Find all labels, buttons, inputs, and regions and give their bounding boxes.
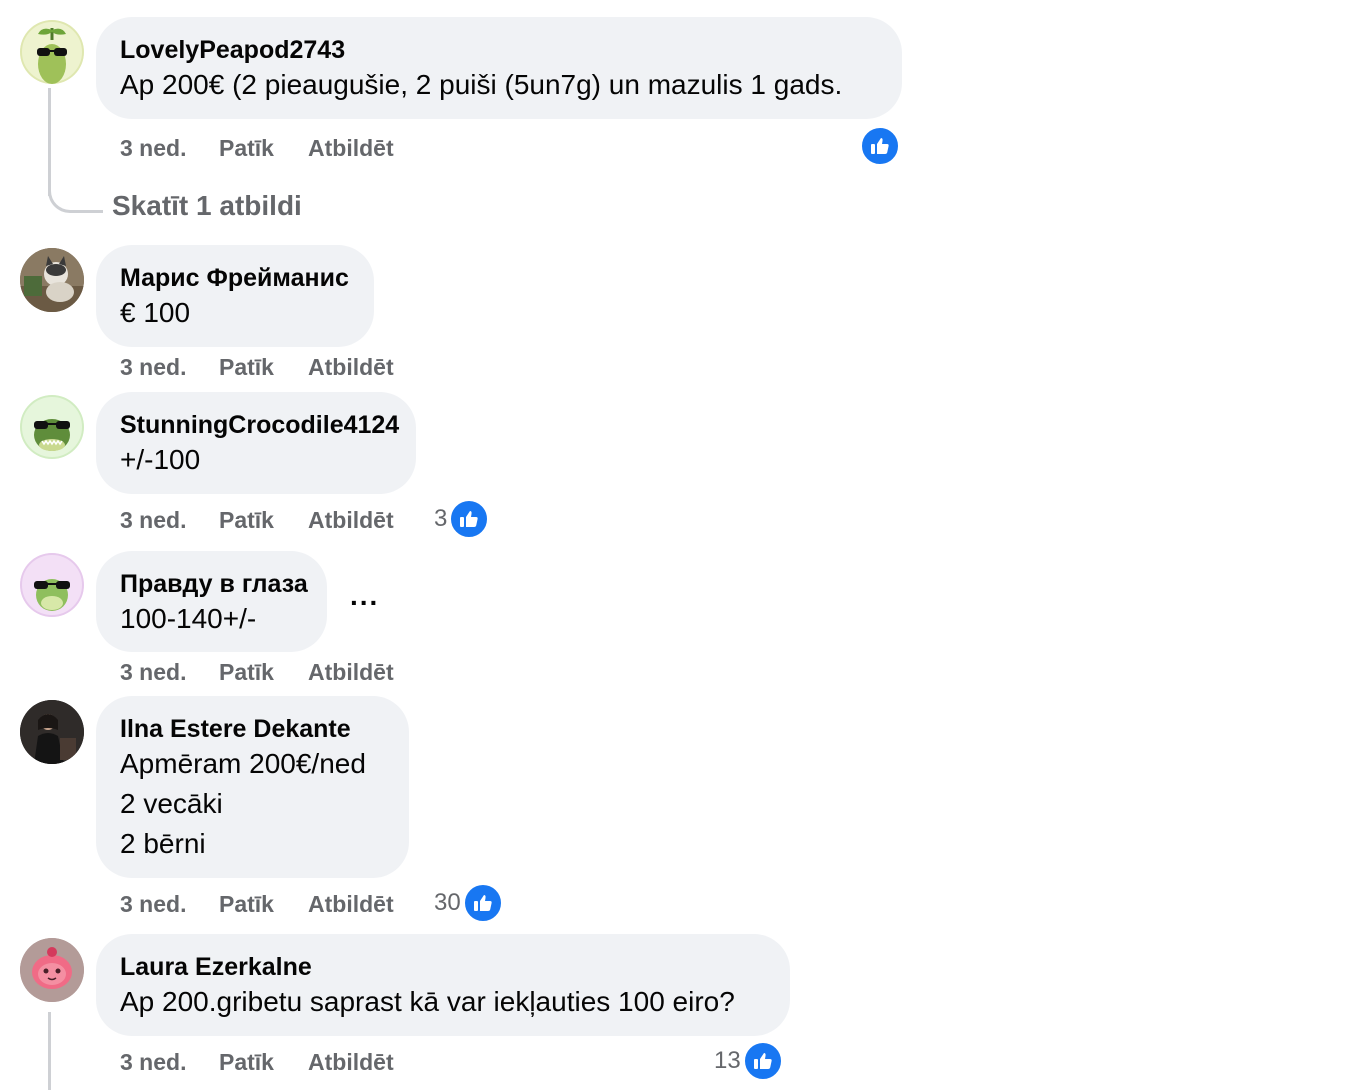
comment-text: +/-100 (120, 444, 201, 475)
comment-author[interactable]: Марис Фрейманис (120, 263, 350, 293)
reply-button[interactable]: Atbildēt (308, 657, 394, 687)
comment-text: 2 vecāki (120, 788, 223, 819)
comment-text: Ap 200.gribetu saprast kā var iekļauties… (120, 986, 735, 1017)
reply-thread-curve (48, 180, 103, 213)
comment-bubble: Laura Ezerkalne Ap 200.gribetu saprast k… (96, 934, 790, 1036)
pink-character-avatar-icon[interactable] (20, 938, 84, 1002)
reaction-summary[interactable]: 3 (434, 499, 490, 539)
like-button[interactable]: Patīk (219, 1047, 274, 1077)
like-button[interactable]: Patīk (219, 889, 274, 919)
photo-avatar-icon[interactable] (20, 700, 84, 764)
frog-sunglasses-avatar-icon[interactable] (20, 553, 84, 617)
view-replies-link[interactable]: Skatīt 1 atbildi (112, 188, 302, 224)
comment-time[interactable]: 3 ned. (120, 505, 186, 535)
comment-time[interactable]: 3 ned. (120, 657, 186, 687)
like-button[interactable]: Patīk (219, 657, 274, 687)
reply-button[interactable]: Atbildēt (308, 133, 394, 163)
thumbs-up-icon (860, 126, 900, 166)
comment-text: € 100 (120, 297, 191, 328)
reply-thread-line (48, 1012, 51, 1090)
thumbs-up-icon (462, 883, 503, 923)
more-options-button[interactable]: ... (350, 580, 379, 612)
comment-text: 100-140+/- (120, 603, 257, 634)
pea-sunglasses-avatar-icon[interactable] (20, 20, 84, 84)
comment-time[interactable]: 3 ned. (120, 352, 186, 382)
reaction-count: 3 (434, 505, 448, 532)
comment-author[interactable]: LovelyPeapod2743 (120, 35, 878, 65)
reaction-count: 30 (434, 889, 461, 916)
comment-time[interactable]: 3 ned. (120, 133, 186, 163)
reaction-summary[interactable]: 13 (714, 1041, 783, 1081)
crocodile-sunglasses-avatar-icon[interactable] (20, 395, 84, 459)
comment-author[interactable]: StunningCrocodile4124 (120, 410, 399, 440)
comment-bubble: Правду в глаза 100-140+/- (96, 551, 327, 652)
reaction-summary[interactable]: 30 (434, 883, 503, 923)
comment-time[interactable]: 3 ned. (120, 1047, 186, 1077)
comment-text: 2 bērni (120, 828, 206, 859)
comment-author[interactable]: Laura Ezerkalne (120, 952, 766, 982)
like-button[interactable]: Patīk (219, 133, 274, 163)
reaction-summary[interactable] (860, 126, 900, 166)
reaction-count: 13 (714, 1047, 741, 1074)
comment-bubble: Марис Фрейманис € 100 (96, 245, 374, 347)
reply-button[interactable]: Atbildēt (308, 352, 394, 382)
like-button[interactable]: Patīk (219, 352, 274, 382)
comment-bubble: StunningCrocodile4124 +/-100 (96, 392, 416, 494)
thumbs-up-icon (742, 1041, 783, 1081)
comment-time[interactable]: 3 ned. (120, 889, 186, 919)
comment-text: Apmēram 200€/ned (120, 748, 366, 779)
reply-button[interactable]: Atbildēt (308, 505, 394, 535)
reply-button[interactable]: Atbildēt (308, 1047, 394, 1077)
comment-bubble: Ilna Estere Dekante Apmēram 200€/ned 2 v… (96, 696, 409, 878)
comment-text: Ap 200€ (2 pieaugušie, 2 puiši (5un7g) u… (120, 69, 843, 100)
comment-author[interactable]: Правду в глаза (120, 569, 308, 599)
reply-button[interactable]: Atbildēt (308, 889, 394, 919)
comment-author[interactable]: Ilna Estere Dekante (120, 714, 385, 744)
comment-bubble: LovelyPeapod2743 Ap 200€ (2 pieaugušie, … (96, 17, 902, 119)
photo-avatar-icon[interactable] (20, 248, 84, 312)
like-button[interactable]: Patīk (219, 505, 274, 535)
thumbs-up-icon (449, 499, 490, 539)
